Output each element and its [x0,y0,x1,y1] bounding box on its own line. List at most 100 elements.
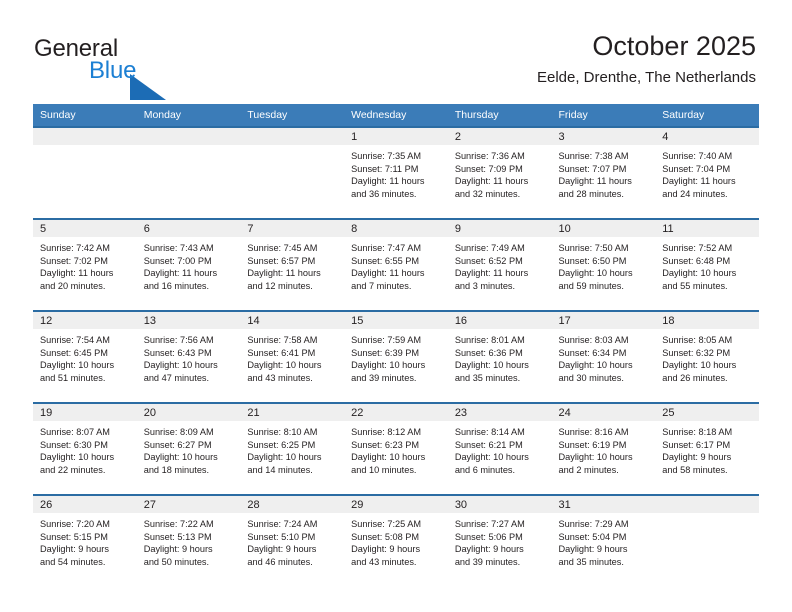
day-number: 20 [136,404,241,421]
daylight-text-line2: and 14 minutes. [247,465,313,476]
calendar-day-cell[interactable]: 22 Sunrise: 8:12 AM Sunset: 6:23 PM Dayligh… [344,402,448,495]
sunrise-text: Sunrise: 7:29 AM [558,519,629,529]
sunrise-text: Sunrise: 7:40 AM [662,151,733,161]
sunrise-text: Sunrise: 8:14 AM [454,427,525,437]
daylight-text-line1: Daylight: 11 hours [558,176,632,187]
sunrise-text: Sunrise: 7:42 AM [40,243,110,253]
day-details: Sunrise: 7:38 AM Sunset: 7:07 PM Daylight:… [552,145,656,201]
daylight-text-line2: and 51 minutes. [40,373,106,384]
day-details: Sunrise: 8:18 AM Sunset: 6:17 PM Daylight:… [655,421,759,477]
daylight-text-line2: and 39 minutes. [351,373,417,384]
calendar-day-cell[interactable]: 8 Sunrise: 7:47 AM Sunset: 6:55 PM Daylight… [344,218,448,311]
calendar-day-cell[interactable]: 2 Sunrise: 7:36 AM Sunset: 7:09 PM Daylight… [447,126,552,219]
logo-text-blue: Blue [89,57,137,84]
daylight-text-line1: Daylight: 9 hours [247,544,317,555]
daylight-text-line1: Daylight: 10 hours [558,452,633,463]
calendar-page: General Blue October 2025 Eelde, Drenthe… [0,0,792,612]
daylight-text-line2: and 28 minutes. [558,189,624,200]
calendar-week-row: 5 Sunrise: 7:42 AM Sunset: 7:02 PM Daylight… [33,218,759,311]
daylight-text-line2: and 55 minutes. [662,281,728,292]
daylight-text-line2: and 35 minutes. [454,373,521,384]
day-number: 18 [655,312,759,329]
sunrise-text: Sunrise: 7:56 AM [143,335,214,345]
sunset-text: Sunset: 6:41 PM [247,347,316,358]
calendar-day-cell[interactable]: 4 Sunrise: 7:40 AM Sunset: 7:04 PM Daylight… [655,126,759,219]
sunrise-text: Sunrise: 8:01 AM [454,335,525,345]
daylight-text-line1: Daylight: 9 hours [558,544,628,555]
day-number [655,496,759,513]
sunset-text: Sunset: 6:43 PM [143,347,212,358]
sunrise-text: Sunrise: 7:24 AM [247,519,318,529]
page-header: General Blue October 2025 Eelde, Drenthe… [0,0,792,104]
daylight-text-line1: Daylight: 10 hours [40,452,115,463]
day-number: 4 [655,128,759,145]
daylight-text-line2: and 50 minutes. [143,557,210,568]
calendar-week-row: 19 Sunrise: 8:07 AM Sunset: 6:30 PM Dayligh… [33,402,759,495]
calendar-day-cell[interactable]: 31 Sunrise: 7:29 AM Sunset: 5:04 PM Dayligh… [551,494,656,586]
calendar-day-cell[interactable]: 20 Sunrise: 8:09 AM Sunset: 6:27 PM Dayligh… [136,402,241,495]
sunset-text: Sunset: 5:15 PM [40,531,108,542]
calendar-day-cell[interactable]: 29 Sunrise: 7:25 AM Sunset: 5:08 PM Dayligh… [344,494,448,586]
day-number: 29 [344,496,448,513]
calendar-day-cell[interactable]: 27 Sunrise: 7:22 AM Sunset: 5:13 PM Dayligh… [136,494,241,586]
calendar-day-cell[interactable]: 19 Sunrise: 8:07 AM Sunset: 6:30 PM Dayligh… [33,402,137,495]
daylight-text-line2: and 18 minutes. [143,465,210,476]
calendar-day-cell[interactable]: 7 Sunrise: 7:45 AM Sunset: 6:57 PM Daylight… [240,218,345,311]
daylight-text-line2: and 20 minutes. [40,281,106,292]
daylight-text-line1: Daylight: 9 hours [454,544,524,555]
calendar-day-cell[interactable]: 10 Sunrise: 7:50 AM Sunset: 6:50 PM Dayligh… [551,218,656,311]
calendar-day-cell[interactable]: 28 Sunrise: 7:24 AM Sunset: 5:10 PM Dayligh… [240,494,345,586]
day-number: 14 [240,312,345,329]
calendar-day-cell[interactable]: 23 Sunrise: 8:14 AM Sunset: 6:21 PM Dayligh… [447,402,552,495]
calendar-day-cell[interactable]: 13 Sunrise: 7:56 AM Sunset: 6:43 PM Dayligh… [136,310,241,403]
calendar-day-cell[interactable]: 21 Sunrise: 8:10 AM Sunset: 6:25 PM Dayligh… [240,402,345,495]
calendar-day-cell[interactable]: 15 Sunrise: 7:59 AM Sunset: 6:39 PM Dayligh… [344,310,448,403]
day-number [33,128,137,145]
calendar-day-cell[interactable]: 5 Sunrise: 7:42 AM Sunset: 7:02 PM Daylight… [33,218,137,311]
calendar-day-cell[interactable]: 24 Sunrise: 8:16 AM Sunset: 6:19 PM Dayligh… [551,402,656,495]
calendar-day-cell[interactable]: 11 Sunrise: 7:52 AM Sunset: 6:48 PM Dayligh… [655,218,759,311]
daylight-text-line2: and 46 minutes. [247,557,313,568]
day-number: 12 [33,312,137,329]
sunset-text: Sunset: 7:02 PM [40,255,108,266]
sunset-text: Sunset: 6:21 PM [454,439,523,450]
calendar-day-cell[interactable]: 14 Sunrise: 7:58 AM Sunset: 6:41 PM Dayligh… [240,310,345,403]
day-details: Sunrise: 7:25 AM Sunset: 5:08 PM Daylight:… [344,513,448,569]
day-details: Sunrise: 7:42 AM Sunset: 7:02 PM Daylight:… [33,237,137,293]
sunrise-text: Sunrise: 7:54 AM [40,335,110,345]
day-number: 28 [240,496,345,513]
day-details: Sunrise: 8:07 AM Sunset: 6:30 PM Daylight:… [33,421,137,477]
daylight-text-line2: and 36 minutes. [351,189,417,200]
calendar-day-cell[interactable]: 16 Sunrise: 8:01 AM Sunset: 6:36 PM Dayligh… [447,310,552,403]
daylight-text-line2: and 6 minutes. [454,465,516,476]
sunset-text: Sunset: 6:25 PM [247,439,316,450]
calendar-header-row: Sunday Monday Tuesday Wednesday Thursday… [33,104,759,127]
daylight-text-line1: Daylight: 9 hours [143,544,213,555]
calendar-day-cell[interactable]: 6 Sunrise: 7:43 AM Sunset: 7:00 PM Daylight… [136,218,241,311]
calendar-day-cell[interactable]: 17 Sunrise: 8:03 AM Sunset: 6:34 PM Dayligh… [551,310,656,403]
sunrise-text: Sunrise: 8:09 AM [143,427,214,437]
daylight-text-line2: and 58 minutes. [662,465,728,476]
calendar-day-cell[interactable]: 18 Sunrise: 8:05 AM Sunset: 6:32 PM Dayligh… [655,310,759,403]
sunset-text: Sunset: 6:48 PM [662,255,731,266]
calendar-day-cell[interactable]: 25 Sunrise: 8:18 AM Sunset: 6:17 PM Dayligh… [655,402,759,495]
calendar-day-cell[interactable]: 9 Sunrise: 7:49 AM Sunset: 6:52 PM Daylight… [447,218,552,311]
daylight-text-line2: and 16 minutes. [143,281,210,292]
daylight-text-line2: and 59 minutes. [558,281,624,292]
calendar-day-cell[interactable]: 1 Sunrise: 7:35 AM Sunset: 7:11 PM Daylight… [344,126,448,219]
daylight-text-line2: and 43 minutes. [247,373,313,384]
calendar-day-cell[interactable]: 26 Sunrise: 7:20 AM Sunset: 5:15 PM Dayligh… [33,494,137,586]
sunset-text: Sunset: 6:34 PM [558,347,627,358]
daylight-text-line1: Daylight: 11 hours [351,176,425,187]
calendar-day-cell[interactable]: 3 Sunrise: 7:38 AM Sunset: 7:07 PM Daylight… [551,126,656,219]
page-title: October 2025 [592,31,756,61]
sunset-text: Sunset: 6:52 PM [454,255,523,266]
sunrise-text: Sunrise: 7:36 AM [454,151,525,161]
sunrise-text: Sunrise: 8:16 AM [558,427,629,437]
calendar-day-cell[interactable]: 12 Sunrise: 7:54 AM Sunset: 6:45 PM Dayligh… [33,310,137,403]
calendar-body: 1 Sunrise: 7:35 AM Sunset: 7:11 PM Daylight… [33,126,759,586]
calendar-day-cell[interactable]: 30 Sunrise: 7:27 AM Sunset: 5:06 PM Dayligh… [447,494,552,586]
day-details: Sunrise: 7:22 AM Sunset: 5:13 PM Daylight:… [137,513,241,569]
page-subtitle: Eelde, Drenthe, The Netherlands [536,69,756,86]
calendar-week-row: 12 Sunrise: 7:54 AM Sunset: 6:45 PM Dayligh… [33,310,759,403]
